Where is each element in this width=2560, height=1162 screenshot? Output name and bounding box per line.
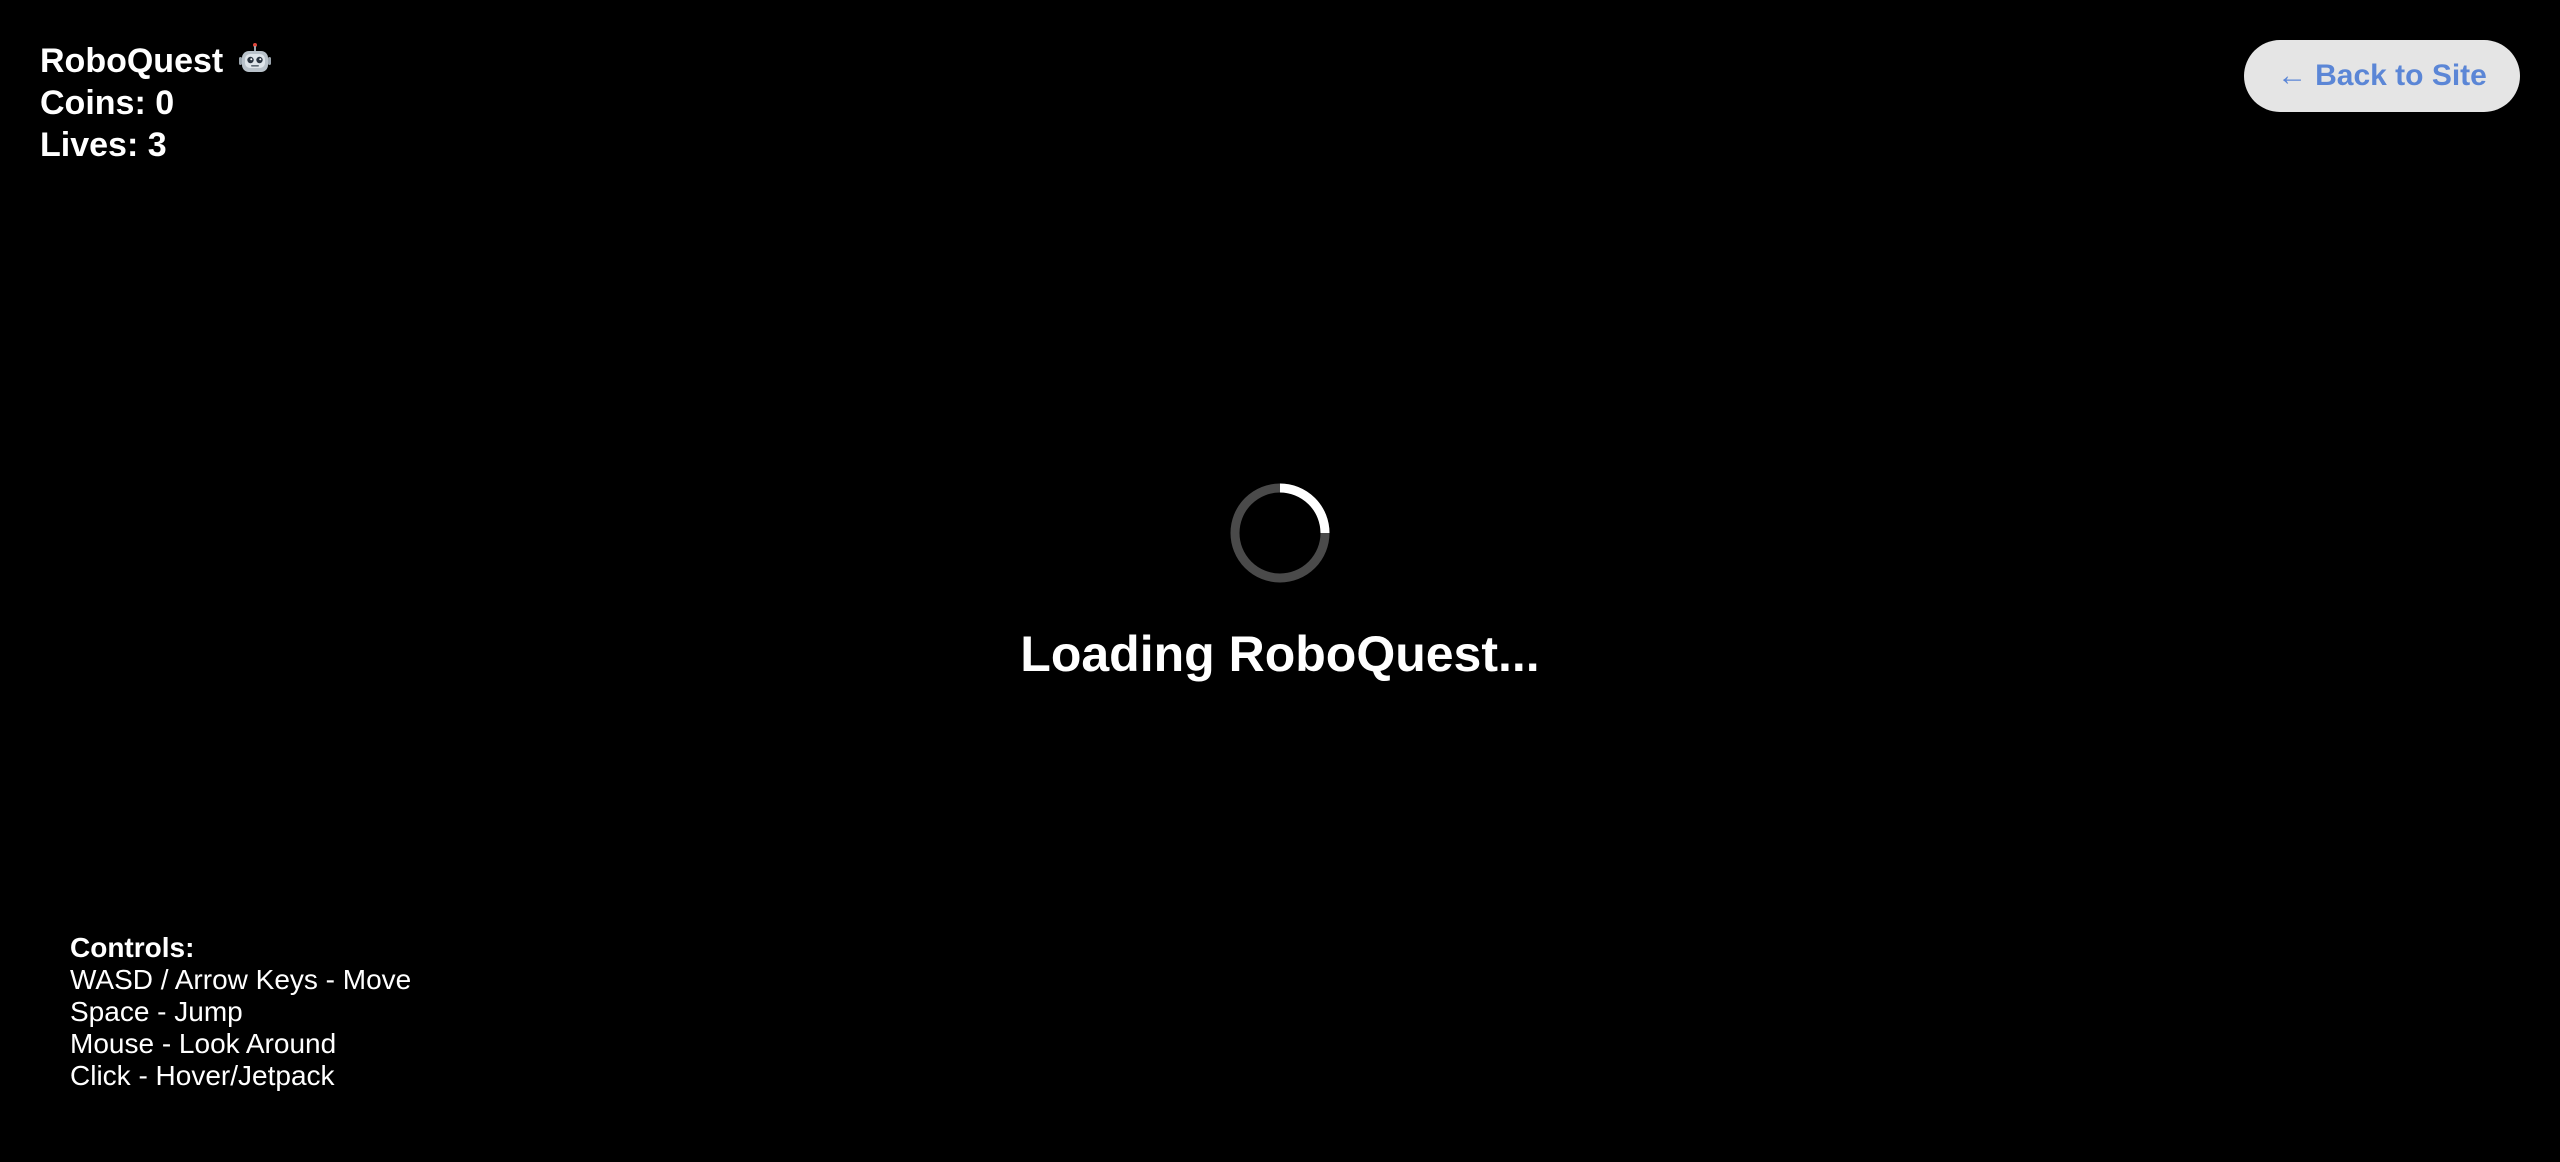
game-title-row: RoboQuest [40,40,271,82]
loading-spinner-icon [1230,483,1330,583]
control-item-look: Mouse - Look Around [70,1028,337,1059]
control-item-jump: Space - Jump [70,996,243,1027]
back-to-site-label: Back to Site [2315,59,2487,92]
control-item-hover: Click - Hover/Jetpack [70,1060,335,1091]
loading-screen: Loading RoboQuest... [0,482,2560,684]
loading-text: Loading RoboQuest... [1020,626,1540,682]
robot-icon [238,43,271,72]
coins-counter: Coins: 0 [40,84,175,122]
game-title: RoboQuest [40,42,224,80]
control-item-move: WASD / Arrow Keys - Move [70,964,412,995]
controls-help: Controls: WASD / Arrow Keys - Move Space… [70,932,411,1092]
controls-title: Controls: [70,932,195,963]
hud-panel: RoboQuest Coins: 0 Lives: 3 [40,40,271,166]
back-to-site-button[interactable]: ← Back to Site [2244,40,2520,112]
arrow-left-icon: ← [2277,59,2308,92]
lives-counter: Lives: 3 [40,126,167,164]
